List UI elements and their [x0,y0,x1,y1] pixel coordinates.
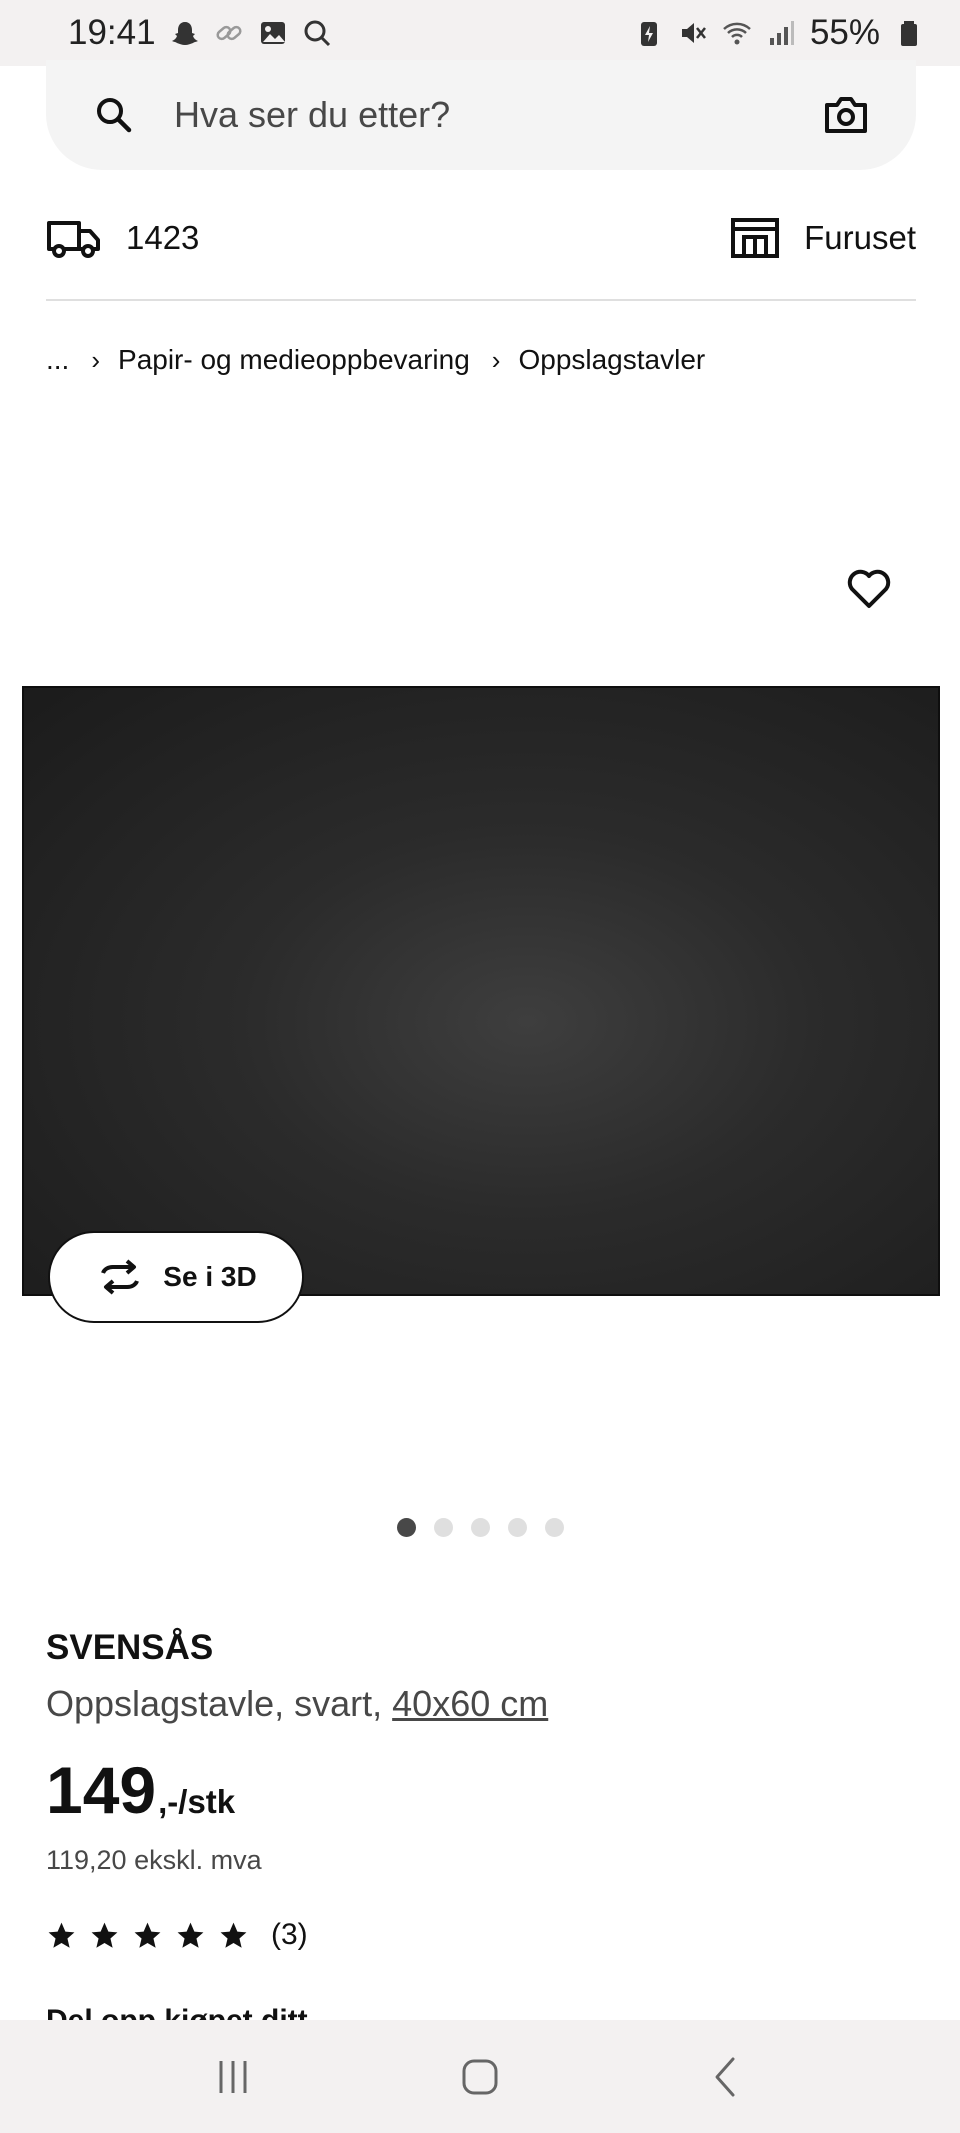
carousel-dot[interactable] [471,1518,490,1537]
price-value: 149 [46,1753,157,1827]
store-selector[interactable]: Furuset [730,217,916,259]
recent-apps-icon [219,2060,247,2093]
breadcrumb-item-noticeboards[interactable]: Oppslagstavler [518,344,705,376]
view-3d-button[interactable]: Se i 3D [48,1231,304,1323]
star-icon [48,1922,75,1948]
product-description: Oppslagstavle, svart, 40x60 cm [46,1683,548,1725]
system-nav-bar [0,2020,960,2133]
recent-apps-button[interactable] [203,2047,263,2107]
star-icon [134,1922,161,1948]
camera-icon[interactable] [822,91,870,139]
store-icon [731,218,780,258]
size-link[interactable]: 40x60 cm [392,1683,548,1724]
search-icon[interactable] [92,93,136,137]
back-button[interactable] [697,2047,757,2107]
delivery-postcode: 1423 [126,219,200,256]
snapchat-icon [170,18,200,48]
battery-percent: 55% [809,13,880,52]
rating[interactable]: (3) [46,1918,308,1952]
carousel-dot[interactable] [434,1518,453,1537]
delivery-postcode-selector[interactable]: 1423 [46,217,199,259]
home-icon [462,2059,498,2094]
carousel-indicator [397,1518,564,1537]
rating-count: (3) [271,1918,308,1951]
link-icon [214,18,244,48]
back-icon [715,2057,735,2096]
battery-icon [894,18,924,48]
status-left: 19:41 [68,13,332,53]
price-suffix: ,-/stk [158,1783,236,1820]
search-bar [46,60,916,170]
gallery-icon [258,18,288,48]
carousel-dot[interactable] [508,1518,527,1537]
product-description-text: Oppslagstavle, svart, [46,1683,393,1724]
carousel-dot[interactable] [397,1518,416,1537]
delivery-row: 1423 Furuset [46,210,916,266]
price-excl-vat: 119,20 ekskl. mva [46,1845,262,1875]
star-icon [177,1922,204,1948]
home-button[interactable] [450,2047,510,2107]
rotate-3d-icon [101,1259,140,1295]
store-name: Furuset [804,219,916,256]
status-right: 55% [634,13,924,53]
carousel-dot[interactable] [545,1518,564,1537]
chevron-right-icon: › [491,344,501,375]
divider [46,299,916,301]
mute-icon [678,18,708,48]
breadcrumb-item-paper-storage[interactable]: Papir- og medieoppbevaring [118,344,470,376]
status-time: 19:41 [68,13,156,52]
star-icon [220,1922,247,1948]
product-name: SVENSÅS [46,1628,214,1667]
price: 149 ,-/stk [46,1752,235,1828]
star-icon [91,1922,118,1948]
truck-icon [47,221,100,258]
wifi-icon [722,18,752,48]
search-input[interactable] [172,93,822,137]
chevron-right-icon: › [91,344,101,375]
signal-icon [766,18,796,48]
search-status-icon [302,18,332,48]
product-image[interactable] [22,686,940,1296]
view-3d-label: Se i 3D [163,1261,257,1292]
status-bar: 19:41 55% [0,0,960,66]
breadcrumb-ellipsis[interactable]: ... [46,344,69,376]
breadcrumb: ... › Papir- og medieoppbevaring › Oppsl… [46,340,705,380]
battery-saver-icon [634,18,664,48]
heart-icon[interactable] [845,565,893,613]
